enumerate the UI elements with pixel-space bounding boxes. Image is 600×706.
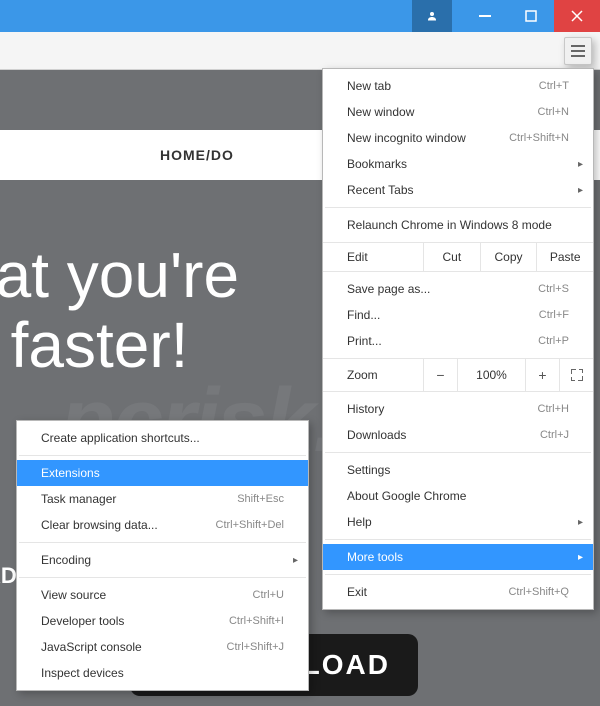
hero-text: hat you're faster!	[0, 240, 239, 381]
close-icon	[571, 10, 583, 22]
menu-separator	[19, 542, 306, 543]
menu-new-tab[interactable]: New tabCtrl+T	[323, 73, 593, 99]
user-button[interactable]	[412, 0, 452, 32]
chevron-right-icon: ▸	[578, 552, 583, 563]
submenu-encoding[interactable]: Encoding▸	[17, 547, 308, 573]
menu-separator	[19, 455, 306, 456]
submenu-extensions[interactable]: Extensions	[17, 460, 308, 486]
menu-bookmarks[interactable]: Bookmarks▸	[323, 151, 593, 177]
zoom-out-button[interactable]: −	[423, 359, 457, 391]
browser-toolbar: ☆	[0, 32, 600, 70]
chevron-right-icon: ▸	[578, 517, 583, 528]
maximize-button[interactable]	[508, 0, 554, 32]
more-tools-submenu: Create application shortcuts... Extensio…	[16, 420, 309, 691]
cut-button[interactable]: Cut	[423, 243, 480, 271]
menu-history[interactable]: HistoryCtrl+H	[323, 396, 593, 422]
maximize-icon	[525, 10, 537, 22]
user-icon	[426, 10, 438, 22]
chrome-menu-button[interactable]	[564, 37, 592, 65]
minimize-button[interactable]	[462, 0, 508, 32]
menu-exit[interactable]: ExitCtrl+Shift+Q	[323, 579, 593, 605]
menu-separator	[325, 207, 591, 208]
submenu-dev-tools[interactable]: Developer toolsCtrl+Shift+I	[17, 608, 308, 634]
copy-button[interactable]: Copy	[480, 243, 537, 271]
menu-more-tools[interactable]: More tools▸	[323, 544, 593, 570]
side-text: D AD	[0, 540, 17, 588]
menu-new-window[interactable]: New windowCtrl+N	[323, 99, 593, 125]
close-button[interactable]	[554, 0, 600, 32]
fullscreen-icon	[571, 369, 583, 381]
submenu-inspect-devices[interactable]: Inspect devices	[17, 660, 308, 686]
menu-print[interactable]: Print...Ctrl+P	[323, 328, 593, 354]
menu-find[interactable]: Find...Ctrl+F	[323, 302, 593, 328]
edit-label: Edit	[323, 243, 423, 271]
window-titlebar	[0, 0, 600, 32]
menu-recent-tabs[interactable]: Recent Tabs▸	[323, 177, 593, 203]
zoom-value: 100%	[457, 359, 525, 391]
menu-save-as[interactable]: Save page as...Ctrl+S	[323, 276, 593, 302]
submenu-js-console[interactable]: JavaScript consoleCtrl+Shift+J	[17, 634, 308, 660]
menu-separator	[325, 452, 591, 453]
hamburger-icon	[571, 45, 585, 57]
chevron-right-icon: ▸	[578, 159, 583, 170]
menu-edit-row: Edit Cut Copy Paste	[323, 242, 593, 272]
menu-separator	[325, 539, 591, 540]
chevron-right-icon: ▸	[293, 555, 298, 566]
submenu-view-source[interactable]: View sourceCtrl+U	[17, 582, 308, 608]
menu-about[interactable]: About Google Chrome	[323, 483, 593, 509]
menu-zoom-row: Zoom − 100% +	[323, 358, 593, 392]
menu-separator	[325, 574, 591, 575]
chevron-right-icon: ▸	[578, 185, 583, 196]
menu-separator	[19, 577, 306, 578]
zoom-in-button[interactable]: +	[525, 359, 559, 391]
submenu-create-shortcuts[interactable]: Create application shortcuts...	[17, 425, 308, 451]
submenu-task-manager[interactable]: Task managerShift+Esc	[17, 486, 308, 512]
chrome-main-menu: New tabCtrl+T New windowCtrl+N New incog…	[322, 68, 594, 610]
menu-help[interactable]: Help▸	[323, 509, 593, 535]
paste-button[interactable]: Paste	[536, 243, 593, 271]
menu-relaunch[interactable]: Relaunch Chrome in Windows 8 mode	[323, 212, 593, 238]
submenu-clear-data[interactable]: Clear browsing data...Ctrl+Shift+Del	[17, 512, 308, 538]
breadcrumb: HOME/DO	[160, 147, 234, 163]
menu-downloads[interactable]: DownloadsCtrl+J	[323, 422, 593, 448]
fullscreen-button[interactable]	[559, 359, 593, 391]
zoom-label: Zoom	[323, 359, 423, 391]
menu-settings[interactable]: Settings	[323, 457, 593, 483]
minimize-icon	[479, 10, 491, 22]
menu-new-incognito[interactable]: New incognito windowCtrl+Shift+N	[323, 125, 593, 151]
